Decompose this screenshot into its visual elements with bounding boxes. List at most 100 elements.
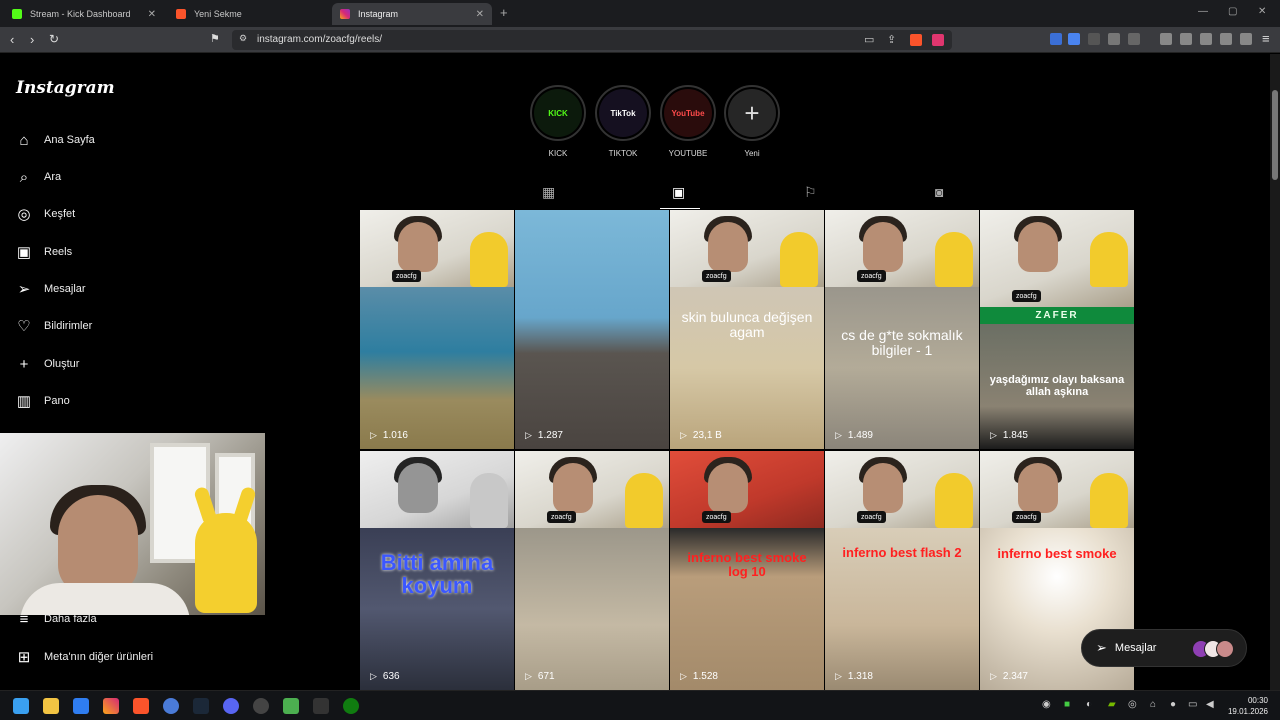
new-tab-icon[interactable]: + [500,5,508,20]
tab-kick-dashboard[interactable]: Stream - Kick Dashboard ✕ [4,3,164,25]
minecraft-icon[interactable] [283,698,299,714]
instagram-logo[interactable]: Instagram [16,78,115,98]
overlay-tag: zoacfg [1012,290,1041,302]
nav-search[interactable]: ⌕ Ara [14,165,61,189]
cast-icon[interactable]: ▭ [864,33,874,46]
reel-thumbnail [515,528,669,690]
close-tab-icon[interactable]: ✕ [476,9,484,20]
saved-icon[interactable]: ⚐ [804,184,817,201]
highlight-ring: KICK [530,85,586,141]
maximize-icon[interactable]: ▢ [1228,6,1237,17]
grid-icon[interactable]: ▦ [542,184,555,201]
streamer-shirt [20,583,190,615]
steam-icon[interactable] [193,698,209,714]
steam-tray-icon[interactable]: ◎ [1128,699,1137,710]
share-icon[interactable]: ⇪ [887,33,896,46]
vpn-icon[interactable] [1240,33,1252,45]
highlight-youtube[interactable]: YouTube YOUTUBE [660,85,716,158]
clock[interactable]: 00:30 19.01.2026 [1228,695,1268,717]
tray-icon[interactable]: ◐ [1086,699,1092,710]
person [398,222,438,272]
reel-item[interactable]: zoacfg cs de g*te sokmalık bilgiler - 1 … [825,210,979,449]
usb-icon[interactable]: ⌂ [1150,699,1156,710]
reel-caption: Bitti amına koyum [380,550,494,599]
nav-dashboard[interactable]: ▥ Pano [14,389,70,413]
nav-reels[interactable]: ▣ Reels [14,240,72,264]
extension-icon[interactable] [1050,33,1062,45]
discord-icon[interactable] [223,698,239,714]
sidebar-icon[interactable] [1180,33,1192,45]
highlight-new[interactable]: + Yeni [724,85,780,158]
tagged-icon[interactable]: ◙ [935,184,943,200]
close-window-icon[interactable]: ✕ [1258,6,1266,17]
reel-caption: inferno best smoke log 10 [687,550,807,579]
reel-item[interactable]: zoacfg ZAFER yaşdağımız olayı baksana al… [980,210,1134,449]
tray-icon[interactable]: ◉ [1042,699,1051,710]
translate-extension-icon[interactable] [1068,33,1080,45]
reel-item[interactable]: Bitti amına koyum ▷ 636 [360,451,514,690]
reel-item[interactable]: ▷ 1.287 [515,210,669,449]
reel-item[interactable]: zoacfg ▷ 671 [515,451,669,690]
reel-caption: cs de g*te sokmalık bilgiler - 1 [841,327,963,358]
reel-item[interactable]: zoacfg inferno best flash 2 ▷ 1.318 [825,451,979,690]
nav-messages[interactable]: ➢ Mesajlar [14,277,86,301]
browser-menu-icon[interactable]: ≡ [1262,31,1270,46]
reel-item[interactable]: zoacfg ▷ 1.016 [360,210,514,449]
tray-icon[interactable]: ■ [1064,699,1070,710]
nav-meta-apps[interactable]: ⊞ Meta'nın diğer ürünleri [14,645,153,669]
brave-rewards-icon[interactable] [932,34,944,46]
nav-home[interactable]: ⌂ Ana Sayfa [14,128,94,152]
avatar [1216,640,1234,658]
scrollbar-thumb[interactable] [1272,90,1278,180]
forward-icon[interactable]: › [30,32,34,47]
file-explorer-icon[interactable] [43,698,59,714]
extension-icon[interactable] [1088,33,1100,45]
play-icon: ▷ [525,430,532,440]
site-settings-icon[interactable]: ⚙ [239,33,247,44]
reload-icon[interactable]: ↻ [49,32,59,46]
play-icon: ▷ [990,671,997,681]
leo-ai-icon[interactable] [1220,33,1232,45]
volume-icon[interactable]: ◀ [1206,699,1214,710]
epic-games-icon[interactable] [313,698,329,714]
instagram-app-icon[interactable] [103,698,119,714]
puzzle-extensions-icon[interactable] [1108,33,1120,45]
pikachu [625,473,663,528]
highlight-kick[interactable]: KICK KICK [530,85,586,158]
play-icon: ▷ [835,671,842,681]
tab-instagram[interactable]: Instagram ✕ [332,3,492,25]
clock-date: 19.01.2026 [1227,707,1268,716]
reel-item[interactable]: zoacfg skin bulunca değişen agam ▷ 23,1 B [670,210,824,449]
back-icon[interactable]: ‹ [10,32,14,47]
reel-thumbnail [825,287,979,449]
obs-icon[interactable] [253,698,269,714]
page-scrollbar[interactable] [1270,54,1280,690]
wallet-icon[interactable] [1200,33,1212,45]
person [863,463,903,513]
start-icon[interactable] [13,698,29,714]
url-field[interactable]: ⚙ instagram.com/zoacfg/reels/ ▭ ⇪ [232,30,952,50]
screenshot-icon[interactable] [1128,33,1140,45]
views-value: 1.489 [847,430,873,441]
close-tab-icon[interactable]: ✕ [148,9,156,20]
reels-icon[interactable]: ▣ [672,184,685,201]
nav-explore[interactable]: ◎ Keşfet [14,202,75,226]
microphone-icon[interactable]: ● [1170,699,1176,710]
nav-notifications[interactable]: ♡ Bildirimler [14,314,92,338]
media-icon[interactable] [1160,33,1172,45]
brave-shields-icon[interactable] [910,34,922,46]
brave-icon[interactable] [133,698,149,714]
tab-new-tab[interactable]: Yeni Sekme [168,3,328,25]
nav-label: Bildirimler [44,320,93,332]
store-icon[interactable] [73,698,89,714]
browser-icon[interactable] [163,698,179,714]
reel-item[interactable]: zoacfg inferno best smoke log 10 ▷ 1.528 [670,451,824,690]
xbox-icon[interactable] [343,698,359,714]
minimize-icon[interactable]: — [1198,6,1208,17]
nvidia-icon[interactable]: ▰ [1108,699,1116,710]
bookmark-icon[interactable]: ⚑ [210,32,220,45]
messages-pill[interactable]: ➢ Mesajlar [1081,629,1247,667]
highlight-tiktok[interactable]: TikTok TIKTOK [595,85,651,158]
nav-create[interactable]: + Oluştur [14,352,80,376]
network-icon[interactable]: ▭ [1188,699,1197,710]
